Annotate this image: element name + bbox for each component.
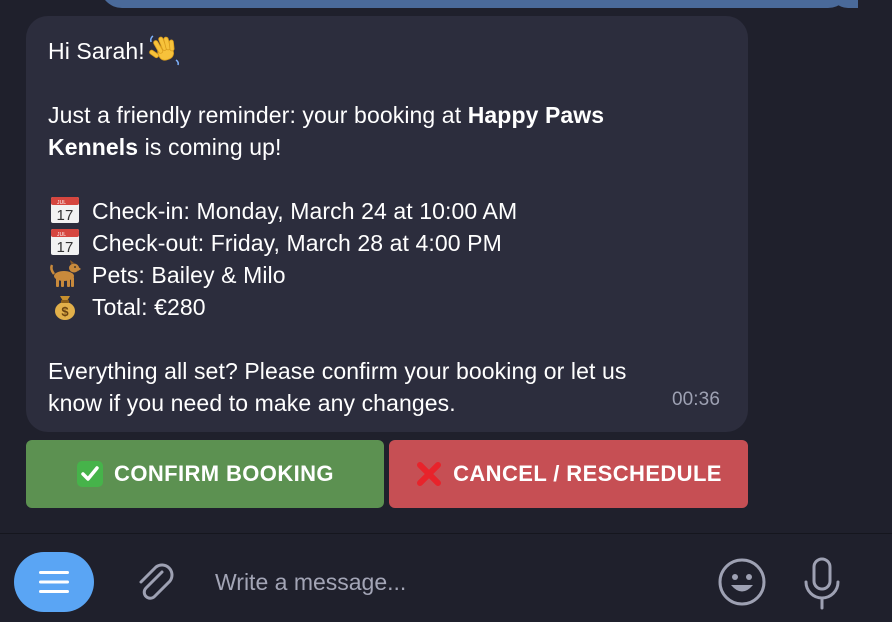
message-composer xyxy=(0,534,892,622)
message-time: 00:36 xyxy=(671,389,720,410)
business-name-part1: Happy Paws xyxy=(467,102,605,128)
cancel-reschedule-button[interactable]: CANCEL / RESCHEDULE xyxy=(389,440,748,508)
detail-checkout: 17 JUL Check-out: Friday, March 28 at 4:… xyxy=(48,227,726,259)
checkin-text: Check-in: Monday, March 24 at 10:00 AM xyxy=(92,198,518,224)
total-text: Total: €280 xyxy=(92,294,206,320)
checkout-text: Check-out: Friday, March 28 at 4:00 PM xyxy=(92,230,502,256)
message-closing: Everything all set? Please confirm your … xyxy=(48,355,726,419)
confirm-booking-button[interactable]: CONFIRM BOOKING xyxy=(26,440,384,508)
money-bag-icon: $ xyxy=(55,296,75,320)
check-mark-icon xyxy=(77,461,104,487)
svg-text:$: $ xyxy=(61,304,69,319)
microphone-icon[interactable] xyxy=(800,556,844,612)
business-name-part2: Kennels xyxy=(48,134,139,160)
calendar-icon: 17 JUL xyxy=(51,229,79,256)
message-reminder: Just a friendly reminder: your booking a… xyxy=(48,99,726,163)
svg-text:17: 17 xyxy=(57,239,74,256)
message-greeting-line: Hi Sarah! xyxy=(48,34,726,67)
emoji-icon[interactable] xyxy=(716,556,768,608)
message-greeting: Hi Sarah! xyxy=(48,38,145,64)
previous-message-bubble xyxy=(100,0,850,8)
cross-mark-icon xyxy=(417,462,442,486)
pets-text: Pets: Bailey & Milo xyxy=(92,262,286,288)
detail-total: $ Total: €280 xyxy=(48,291,726,323)
dog-icon xyxy=(50,260,81,287)
calendar-icon: 17 JUL xyxy=(51,197,79,224)
svg-text:JUL: JUL xyxy=(57,232,66,238)
waving-hand-icon xyxy=(148,35,179,66)
cancel-reschedule-label: CANCEL / RESCHEDULE xyxy=(453,461,722,486)
menu-button[interactable] xyxy=(14,552,94,612)
detail-pets: Pets: Bailey & Milo xyxy=(48,259,726,291)
chat-screen: Hi Sarah! Just a friendly reminder: your… xyxy=(0,0,892,622)
menu-icon xyxy=(39,571,69,593)
message-input[interactable] xyxy=(215,562,695,602)
reminder-suffix: is coming up! xyxy=(138,134,282,160)
svg-text:17: 17 xyxy=(57,207,74,224)
closing-line2: know if you need to make any changes. xyxy=(48,390,456,416)
reminder-prefix: Just a friendly reminder: your booking a… xyxy=(48,102,468,128)
closing-line1: Everything all set? Please confirm your … xyxy=(48,358,627,384)
svg-text:JUL: JUL xyxy=(57,200,66,206)
detail-checkin: 17 JUL Check-in: Monday, March 24 at 10:… xyxy=(48,195,726,227)
confirm-booking-label: CONFIRM BOOKING xyxy=(114,461,334,486)
message-bubble: Hi Sarah! Just a friendly reminder: your… xyxy=(26,16,748,432)
paperclip-icon[interactable] xyxy=(130,558,178,606)
